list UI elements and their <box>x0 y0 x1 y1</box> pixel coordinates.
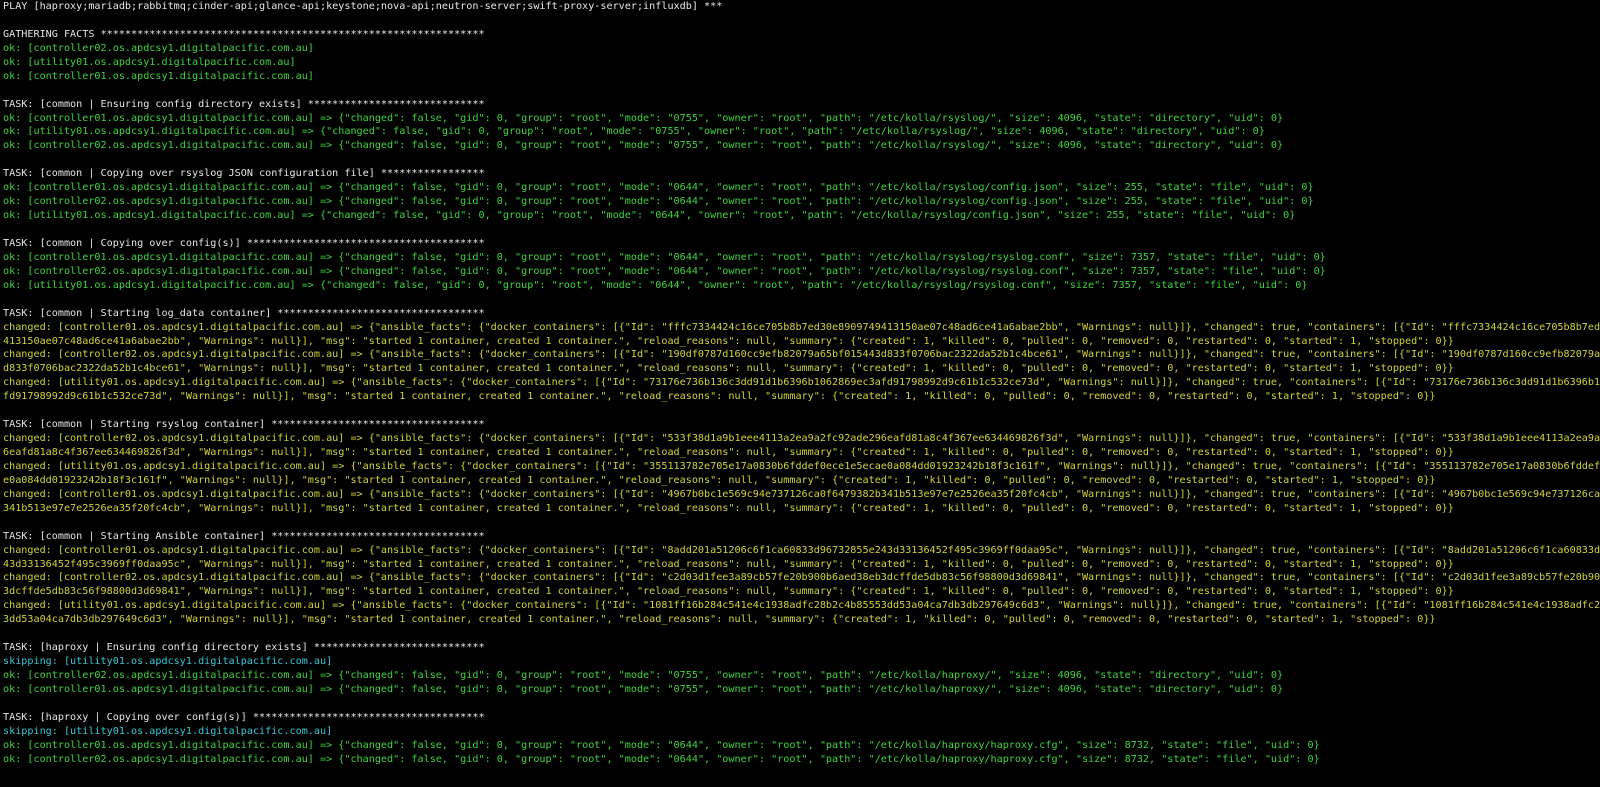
changed-output-line: 3dcffde5db83c56f98800d3d69841", "Warning… <box>3 586 1454 598</box>
changed-output-line: changed: [controller02.os.apdcsy1.digita… <box>3 349 1600 361</box>
changed-output-line: 43d33136452f495c3969ff0daa95c", "Warning… <box>3 558 1454 570</box>
terminal-window[interactable]: PLAY [haproxy;mariadb;rabbitmq;cinder-ap… <box>0 0 1600 787</box>
task-header-line: TASK: [haproxy | Copying over config(s)]… <box>3 711 485 723</box>
ok-output-line: ok: [controller02.os.apdcsy1.digitalpaci… <box>3 140 1284 152</box>
ok-output-line: ok: [controller02.os.apdcsy1.digitalpaci… <box>3 265 1326 277</box>
ok-output-line: ok: [controller01.os.apdcsy1.digitalpaci… <box>3 251 1326 263</box>
task-header-line: TASK: [common | Copying over rsyslog JSO… <box>3 168 485 180</box>
changed-output-line: d833f0706bac2322da52b1c4bce61", "Warning… <box>3 363 1454 375</box>
ok-output-line: ok: [controller01.os.apdcsy1.digitalpaci… <box>3 112 1284 124</box>
task-header-line: TASK: [common | Starting Ansible contain… <box>3 530 485 542</box>
task-header-line: TASK: [common | Ensuring config director… <box>3 98 485 110</box>
task-header-line: GATHERING FACTS ************************… <box>3 28 485 40</box>
terminal-output: PLAY [haproxy;mariadb;rabbitmq;cinder-ap… <box>3 0 1600 767</box>
ok-output-line: ok: [controller01.os.apdcsy1.digitalpaci… <box>3 739 1320 751</box>
changed-output-line: changed: [utility01.os.apdcsy1.digitalpa… <box>3 377 1600 389</box>
task-header-line: TASK: [common | Starting rsyslog contain… <box>3 419 485 431</box>
ok-output-line: ok: [utility01.os.apdcsy1.digitalpacific… <box>3 126 1265 138</box>
task-header-line: TASK: [common | Copying over config(s)] … <box>3 237 485 249</box>
skipping-output-line: skipping: [utility01.os.apdcsy1.digitalp… <box>3 725 333 737</box>
changed-output-line: 413150ae07c48ad6ce41a6abae2bb", "Warning… <box>3 335 1454 347</box>
ok-output-line: ok: [controller02.os.apdcsy1.digitalpaci… <box>3 670 1284 681</box>
ok-output-line: ok: [utility01.os.apdcsy1.digitalpacific… <box>3 56 296 68</box>
changed-output-line: changed: [controller01.os.apdcsy1.digita… <box>3 321 1600 333</box>
changed-output-line: e0a084dd01923242b18f3c161f", "Warnings":… <box>3 474 1436 486</box>
changed-output-line: changed: [controller01.os.apdcsy1.digita… <box>3 544 1600 556</box>
ok-output-line: ok: [controller01.os.apdcsy1.digitalpaci… <box>3 683 1284 695</box>
ok-output-line: ok: [utility01.os.apdcsy1.digitalpacific… <box>3 279 1308 291</box>
changed-output-line: changed: [controller02.os.apdcsy1.digita… <box>3 572 1600 584</box>
skipping-output-line: skipping: [utility01.os.apdcsy1.digitalp… <box>3 656 333 668</box>
changed-output-line: 341b513e97e7e2526ea35f20fc4cb", "Warning… <box>3 502 1454 514</box>
changed-output-line: changed: [controller01.os.apdcsy1.digita… <box>3 488 1600 500</box>
ok-output-line: ok: [controller02.os.apdcsy1.digitalpaci… <box>3 42 314 54</box>
task-header-line: TASK: [common | Starting log_data contai… <box>3 307 485 319</box>
changed-output-line: 6eafd81a8c4f367ee634469826f3d", "Warning… <box>3 447 1454 458</box>
ok-output-line: ok: [utility01.os.apdcsy1.digitalpacific… <box>3 210 1296 222</box>
changed-output-line: fd91798992d9c61b1c532ce73d", "Warnings":… <box>3 391 1436 403</box>
changed-output-line: changed: [utility01.os.apdcsy1.digitalpa… <box>3 460 1600 472</box>
ok-output-line: ok: [controller02.os.apdcsy1.digitalpaci… <box>3 196 1314 208</box>
task-header-line: PLAY [haproxy;mariadb;rabbitmq;cinder-ap… <box>3 1 723 12</box>
task-header-line: TASK: [haproxy | Ensuring config directo… <box>3 642 485 654</box>
ok-output-line: ok: [controller01.os.apdcsy1.digitalpaci… <box>3 70 314 82</box>
changed-output-line: changed: [utility01.os.apdcsy1.digitalpa… <box>3 600 1600 612</box>
changed-output-line: changed: [controller02.os.apdcsy1.digita… <box>3 433 1600 445</box>
changed-output-line: 3dd53a04ca7db3db297649c6d3", "Warnings":… <box>3 614 1436 626</box>
ok-output-line: ok: [controller02.os.apdcsy1.digitalpaci… <box>3 753 1320 765</box>
ok-output-line: ok: [controller01.os.apdcsy1.digitalpaci… <box>3 182 1314 194</box>
